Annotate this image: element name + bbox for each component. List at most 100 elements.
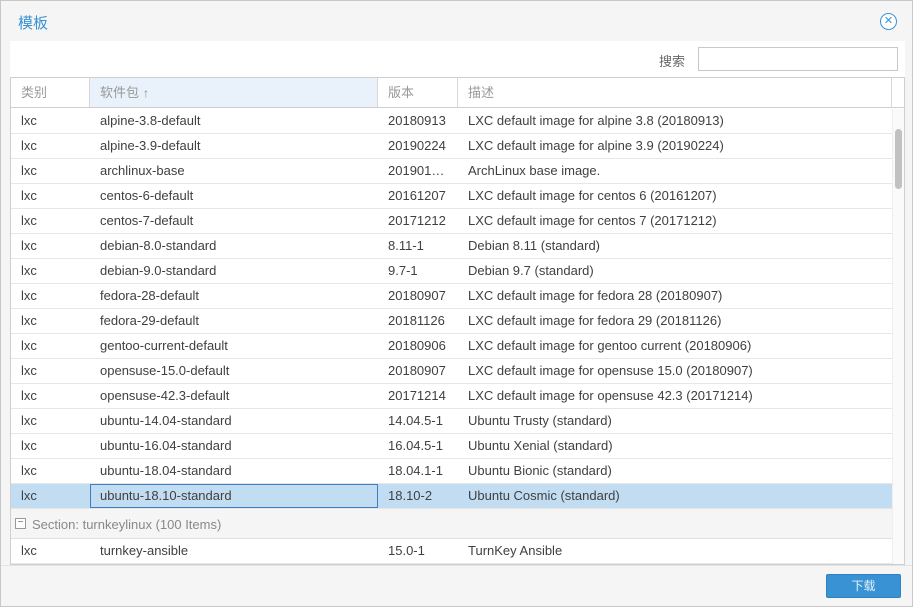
cell-type: lxc: [21, 313, 37, 328]
cell-type: lxc: [21, 213, 37, 228]
table-row[interactable]: lxc debian-8.0-standard 8.11-1 Debian 8.11 …: [11, 234, 892, 259]
scrollbar-thumb[interactable]: [895, 129, 902, 189]
cell-description: LXC default image for opensuse 42.3 (201…: [468, 388, 753, 403]
cell-type: lxc: [21, 138, 37, 153]
cell-package: ubuntu-16.04-standard: [100, 438, 232, 453]
cell-package: ubuntu-14.04-standard: [100, 413, 232, 428]
table-row[interactable]: lxc alpine-3.8-default 20180913 LXC default…: [11, 109, 892, 134]
cell-description: LXC default image for opensuse 15.0 (201…: [468, 363, 753, 378]
cell-package: fedora-29-default: [100, 313, 200, 328]
group-header-turnkeylinux[interactable]: − Section: turnkeylinux (100 Items): [11, 509, 892, 539]
table-row[interactable]: lxc fedora-28-default 20180907 LXC default …: [11, 284, 892, 309]
grid-header: 类别 软件包 ↑ 版本 描述: [11, 78, 904, 108]
toolbar: 搜索: [10, 41, 905, 77]
column-header-label: 描述: [468, 85, 495, 100]
cell-version: 20180913: [388, 113, 446, 128]
cell-version: 16.04.5-1: [388, 438, 443, 453]
dialog-title: 模板: [18, 15, 49, 32]
dialog-footer: 下载: [1, 565, 912, 606]
cell-package: turnkey-ansible: [100, 543, 189, 558]
cell-description: Ubuntu Cosmic (standard): [468, 488, 620, 503]
column-header-label: 软件包: [100, 85, 140, 100]
close-icon[interactable]: ✕: [880, 13, 897, 30]
cell-package: ubuntu-18.04-standard: [100, 463, 232, 478]
column-header-label: 类别: [21, 85, 48, 100]
cell-type: lxc: [21, 288, 37, 303]
cell-description: LXC default image for gentoo current (20…: [468, 338, 752, 353]
template-grid: 类别 软件包 ↑ 版本 描述 lxc alpine-3.8-default 20180…: [10, 77, 905, 565]
grid-body: lxc alpine-3.8-default 20180913 LXC default…: [11, 109, 892, 564]
cell-version: 20171214: [388, 388, 446, 403]
cell-package: opensuse-15.0-default: [100, 363, 230, 378]
table-row[interactable]: lxc alpine-3.9-default 20190224 LXC default…: [11, 134, 892, 159]
column-header-version[interactable]: 版本: [378, 78, 458, 107]
cell-type: lxc: [21, 188, 37, 203]
cell-package: opensuse-42.3-default: [100, 388, 230, 403]
vertical-scrollbar[interactable]: [892, 109, 904, 564]
cell-description: Ubuntu Bionic (standard): [468, 463, 612, 478]
table-row[interactable]: lxc opensuse-42.3-default 20171214 LXC defa…: [11, 384, 892, 409]
dialog-titlebar: 模板 ✕: [1, 1, 912, 41]
cell-type: lxc: [21, 113, 37, 128]
column-header-description[interactable]: 描述: [458, 78, 892, 107]
cell-version: 14.04.5-1: [388, 413, 443, 428]
cell-version: 201901…: [388, 163, 445, 178]
cell-package: gentoo-current-default: [100, 338, 228, 353]
table-row[interactable]: lxc archlinux-base 201901… ArchLinux base i…: [11, 159, 892, 184]
cell-type: lxc: [21, 543, 37, 558]
table-row[interactable]: lxc ubuntu-18.10-standard 18.10-2 Ubuntu Co…: [11, 484, 892, 509]
cell-type: lxc: [21, 488, 37, 503]
table-row[interactable]: lxc fedora-29-default 20181126 LXC default …: [11, 309, 892, 334]
table-row[interactable]: lxc centos-6-default 20161207 LXC default i…: [11, 184, 892, 209]
table-row[interactable]: lxc ubuntu-18.04-standard 18.04.1-1 Ubuntu …: [11, 459, 892, 484]
table-row[interactable]: lxc centos-7-default 20171212 LXC default i…: [11, 209, 892, 234]
table-row[interactable]: lxc ubuntu-14.04-standard 14.04.5-1 Ubuntu …: [11, 409, 892, 434]
cell-version: 18.04.1-1: [388, 463, 443, 478]
cell-type: lxc: [21, 163, 37, 178]
cell-version: 20161207: [388, 188, 446, 203]
search-label: 搜索: [659, 54, 686, 69]
cell-package: debian-9.0-standard: [100, 263, 217, 278]
column-header-type[interactable]: 类别: [11, 78, 90, 107]
cell-type: lxc: [21, 413, 37, 428]
cell-version: 20180906: [388, 338, 446, 353]
table-row[interactable]: lxc gentoo-current-default 20180906 LXC def…: [11, 334, 892, 359]
cell-package: archlinux-base: [100, 163, 185, 178]
column-header-label: 版本: [388, 85, 415, 100]
cell-type: lxc: [21, 438, 37, 453]
cell-package: debian-8.0-standard: [100, 238, 217, 253]
cell-version: 20190224: [388, 138, 446, 153]
collapse-icon[interactable]: −: [15, 518, 26, 529]
cell-description: ArchLinux base image.: [468, 163, 601, 178]
cell-type: lxc: [21, 238, 37, 253]
cell-version: 20180907: [388, 288, 446, 303]
cell-package: centos-6-default: [100, 188, 194, 203]
cell-package: centos-7-default: [100, 213, 194, 228]
cell-type: lxc: [21, 263, 37, 278]
table-row[interactable]: lxc ubuntu-16.04-standard 16.04.5-1 Ubuntu …: [11, 434, 892, 459]
table-row[interactable]: lxc debian-9.0-standard 9.7-1 Debian 9.7 (s…: [11, 259, 892, 284]
download-button[interactable]: 下载: [826, 574, 901, 598]
table-row[interactable]: lxc turnkey-ansible 15.0-1 TurnKey Ansible: [11, 539, 892, 564]
cell-description: LXC default image for fedora 28 (2018090…: [468, 288, 723, 303]
group-label: Section: turnkeylinux (100 Items): [32, 517, 222, 532]
cell-description: LXC default image for fedora 29 (2018112…: [468, 313, 722, 328]
cell-description: Ubuntu Trusty (standard): [468, 413, 612, 428]
cell-version: 15.0-1: [388, 543, 425, 558]
table-row[interactable]: lxc opensuse-15.0-default 20180907 LXC defa…: [11, 359, 892, 384]
template-dialog: 模板 ✕ 搜索 类别 软件包 ↑ 版本 描述 lxc alpine-3.8-defa…: [0, 0, 913, 607]
cell-type: lxc: [21, 363, 37, 378]
column-header-package[interactable]: 软件包 ↑: [90, 78, 378, 107]
cell-description: Debian 9.7 (standard): [468, 263, 594, 278]
cell-package: ubuntu-18.10-standard: [90, 484, 378, 508]
cell-description: LXC default image for alpine 3.9 (201902…: [468, 138, 724, 153]
cell-version: 20180907: [388, 363, 446, 378]
cell-description: TurnKey Ansible: [468, 543, 563, 558]
search-input[interactable]: [698, 47, 898, 71]
cell-version: 9.7-1: [388, 263, 418, 278]
cell-type: lxc: [21, 338, 37, 353]
cell-description: LXC default image for alpine 3.8 (201809…: [468, 113, 724, 128]
cell-description: Ubuntu Xenial (standard): [468, 438, 613, 453]
cell-package: alpine-3.9-default: [100, 138, 201, 153]
cell-description: LXC default image for centos 6 (20161207…: [468, 188, 717, 203]
